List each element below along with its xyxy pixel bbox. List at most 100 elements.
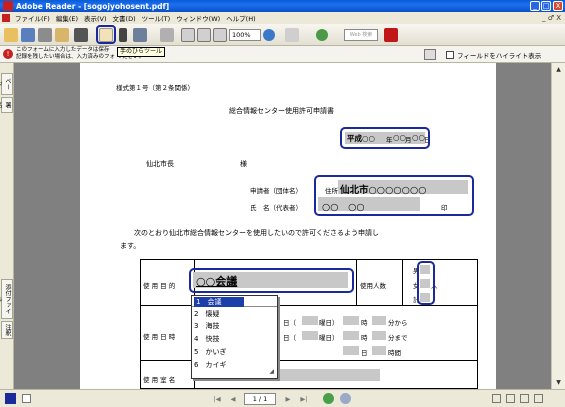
select-tool-icon[interactable]: [119, 28, 127, 42]
save-status-icon[interactable]: [5, 393, 16, 404]
help-icon[interactable]: [316, 29, 328, 41]
doc-window-controls[interactable]: _ ♂ X: [542, 14, 561, 22]
scroll-down-icon[interactable]: ▼: [554, 378, 563, 387]
tab-pages[interactable]: ページ: [0, 73, 13, 95]
ime-candidate-item[interactable]: 3 海技: [194, 321, 219, 331]
toolbar: 100% Web 検索 3Dデザインを PDF で共有、活用: [0, 24, 565, 67]
save-icon[interactable]: [21, 28, 35, 42]
vertical-scrollbar[interactable]: ▲ ▼: [551, 63, 565, 389]
menu-window[interactable]: ウィンドウ(W): [173, 13, 223, 23]
print-form-icon[interactable]: [424, 49, 436, 60]
window-title: Adobe Reader - [sogojyohosent.pdf]: [16, 1, 170, 11]
menu-help[interactable]: ヘルプ(H): [223, 13, 258, 23]
snapshot-icon[interactable]: [133, 28, 147, 42]
body-line-1: 次のとおり仙北市総合情報センターを使用したいので許可くださるよう申請し: [134, 229, 379, 237]
actual-size-icon[interactable]: [181, 28, 195, 42]
attendees-highlight-ring: [417, 261, 435, 305]
tab-comments[interactable]: 注釈: [1, 321, 13, 339]
ime-candidate-list[interactable]: 1 会議 2 懐疑 3 海技 4 快技 5 かいぎ 6 カイギ ◢: [191, 295, 278, 379]
rotate-icon[interactable]: [285, 28, 299, 42]
maximize-button[interactable]: □: [541, 1, 551, 11]
continuous-facing-icon[interactable]: [534, 394, 543, 403]
date-row3-hours: 時間: [388, 349, 401, 357]
body-line-2: ます。: [120, 242, 141, 250]
scroll-up-icon[interactable]: ▲: [554, 65, 563, 74]
resize-grip-icon[interactable]: ◢: [269, 368, 274, 375]
date-row3-days: 日: [361, 349, 368, 357]
highlight-fields-toggle[interactable]: フィールドをハイライト表示: [446, 50, 541, 60]
menu-file[interactable]: ファイル(F): [12, 13, 53, 23]
date-row2-weekday: 曜日）: [319, 334, 339, 342]
zoom-icon[interactable]: [160, 28, 174, 42]
highlight-checkbox[interactable]: [446, 51, 454, 59]
form-number: 様式第１号（第２条関係）: [116, 84, 194, 92]
date-row1-minute: 分から: [388, 319, 408, 327]
last-page-icon[interactable]: ▶|: [299, 394, 309, 404]
open-icon[interactable]: [4, 28, 18, 42]
email-icon[interactable]: [55, 28, 69, 42]
back-view-icon[interactable]: [323, 393, 334, 404]
date-row3-days-field[interactable]: [343, 346, 359, 355]
ime-candidate-item[interactable]: 6 カイギ: [194, 360, 226, 370]
addressee-suffix: 様: [240, 160, 247, 168]
tab-signatures[interactable]: 署名: [0, 97, 13, 113]
date-row2-hour-field[interactable]: [343, 331, 359, 340]
status-bar: |◀ ◀ 1 / 1 ▶ ▶|: [0, 389, 565, 407]
binoculars-icon[interactable]: [74, 28, 88, 42]
date-row1-hour: 時: [361, 319, 368, 327]
forward-view-icon[interactable]: [340, 393, 351, 404]
hand-tool-tooltip: 手のひらツール: [117, 47, 166, 57]
addressee: 仙北市長: [146, 160, 174, 168]
document-icon: [2, 14, 10, 22]
next-page-icon[interactable]: ▶: [283, 394, 293, 404]
pdf-page: 様式第１号（第２条関係） 総合情報センター使用許可申請書 平成○○ 年 ○○ 月…: [80, 63, 496, 389]
zoom-in-icon[interactable]: [263, 29, 275, 41]
menu-view[interactable]: 表示(V): [81, 13, 110, 23]
zoom-level-field[interactable]: 100%: [229, 29, 261, 41]
ime-candidate-item[interactable]: 5 かいぎ: [194, 347, 226, 357]
page-number-field[interactable]: 1 / 1: [244, 393, 276, 405]
attendees-label: 使用人数: [360, 282, 386, 290]
first-page-icon[interactable]: |◀: [212, 394, 222, 404]
highlight-label: フィールドをハイライト表示: [457, 52, 542, 60]
menu-edit[interactable]: 編集(E): [53, 13, 81, 23]
title-bar: Adobe Reader - [sogojyohosent.pdf] _ □ X: [0, 0, 565, 12]
fit-page-icon[interactable]: [197, 28, 211, 42]
date-row1-hour-field[interactable]: [343, 316, 359, 325]
yahoo-icon[interactable]: [384, 28, 398, 42]
room-field[interactable]: [260, 369, 380, 381]
fit-width-icon[interactable]: [213, 28, 227, 42]
date-row2-minute-field[interactable]: [372, 331, 386, 340]
print-icon[interactable]: [38, 28, 52, 42]
warning-icon: !: [3, 49, 13, 59]
date-row1-weekday: 曜日）: [319, 319, 339, 327]
web-search-input[interactable]: Web 検索: [344, 29, 378, 41]
single-page-icon[interactable]: [492, 394, 501, 403]
date-row2-weekday-field[interactable]: [302, 331, 318, 340]
menu-document[interactable]: 文書(D): [110, 13, 139, 23]
ime-candidate-item[interactable]: 4 快技: [194, 334, 219, 344]
previous-page-icon[interactable]: ◀: [228, 394, 238, 404]
minimize-button[interactable]: _: [530, 1, 540, 11]
applicant-highlight-ring: [314, 175, 474, 216]
document-viewport[interactable]: 様式第１号（第２条関係） 総合情報センター使用許可申請書 平成○○ 年 ○○ 月…: [14, 63, 551, 389]
continuous-icon[interactable]: [506, 394, 515, 403]
navigation-pane: ページ 署名 注釈 添付ファイル: [0, 63, 14, 389]
menu-bar: ファイル(F) 編集(E) 表示(V) 文書(D) ツール(T) ウィンドウ(W…: [0, 12, 565, 24]
date-row3-hours-field[interactable]: [372, 346, 386, 355]
close-button[interactable]: X: [553, 1, 563, 11]
date-row2-day: 日（: [283, 334, 296, 342]
facing-icon[interactable]: [520, 394, 529, 403]
ime-candidate-item[interactable]: 2 懐疑: [194, 309, 219, 319]
date-highlight-ring: [340, 127, 430, 149]
date-row1-minute-field[interactable]: [372, 316, 386, 325]
tab-attachments[interactable]: 添付ファイル: [0, 279, 13, 319]
ime-candidate-item[interactable]: 1 会議: [194, 297, 244, 307]
adobe-reader-icon: [3, 1, 13, 11]
date-row2-minute: 分まで: [388, 334, 408, 342]
purpose-label: 使 用 目 的: [143, 282, 176, 290]
applicant-label: 申請者（団体名）: [250, 187, 302, 195]
date-row1-weekday-field[interactable]: [302, 316, 318, 325]
menu-tools[interactable]: ツール(T): [139, 13, 174, 23]
hand-tool-highlight: [96, 25, 116, 44]
